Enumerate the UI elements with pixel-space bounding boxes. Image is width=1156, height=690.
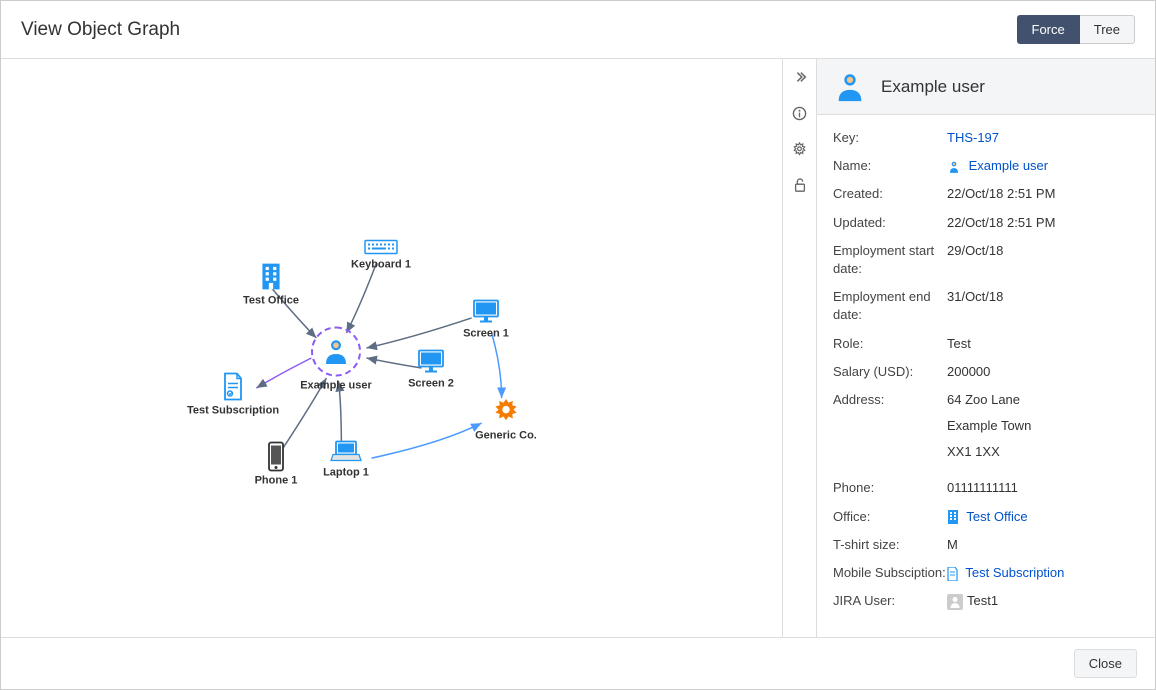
graph-node-screen1[interactable]: Screen 1 — [436, 299, 536, 340]
expand-panel-icon[interactable] — [792, 69, 808, 85]
field-value-name[interactable]: Example user — [969, 158, 1048, 173]
person-icon — [947, 160, 961, 174]
detail-body[interactable]: Key: THS-197 Name: Example user Created:… — [817, 115, 1155, 637]
field-value-phone: 01111111111 — [947, 479, 1139, 497]
field-value-address: 64 Zoo Lane Example Town XX1 1XX — [947, 391, 1139, 470]
graph-node-screen2[interactable]: Screen 2 — [381, 349, 481, 390]
avatar-icon — [947, 594, 963, 610]
side-toolbar — [782, 59, 817, 637]
field-label-tshirt: T-shirt size: — [833, 536, 947, 554]
graph-node-test-office[interactable]: Test Office — [221, 262, 321, 307]
node-label: Phone 1 — [255, 475, 298, 487]
node-label: Generic Co. — [475, 430, 537, 442]
field-label-salary: Salary (USD): — [833, 363, 947, 381]
graph-canvas[interactable]: Example user Test Office — [1, 59, 782, 637]
gear-icon — [491, 397, 521, 427]
graph-node-example-user[interactable]: Example user — [286, 327, 386, 392]
modal-body: Example user Test Office — [1, 59, 1155, 637]
field-label-phone: Phone: — [833, 479, 947, 497]
settings-icon[interactable] — [792, 141, 808, 157]
field-label-role: Role: — [833, 335, 947, 353]
detail-header: Example user — [817, 59, 1155, 115]
field-value-key[interactable]: THS-197 — [947, 130, 999, 145]
field-label-created: Created: — [833, 185, 947, 203]
monitor-icon — [417, 349, 445, 375]
field-value-office[interactable]: Test Office — [966, 509, 1027, 524]
person-icon — [833, 70, 867, 104]
laptop-icon — [330, 440, 362, 464]
graph-node-test-subscription[interactable]: Test Subscription — [183, 372, 283, 417]
building-icon — [947, 510, 959, 524]
node-label: Screen 1 — [463, 328, 509, 340]
field-value-salary: 200000 — [947, 363, 1139, 381]
details-panel: Example user Key: THS-197 Name: Example … — [817, 59, 1155, 637]
graph-node-generic-co[interactable]: Generic Co. — [456, 397, 556, 442]
field-value-mobile-sub[interactable]: Test Subscription — [965, 565, 1064, 580]
field-label-name: Name: — [833, 157, 947, 175]
document-icon — [221, 372, 245, 402]
field-label-emp-start: Employment start date: — [833, 242, 947, 278]
field-value-created: 22/Oct/18 2:51 PM — [947, 185, 1139, 203]
phone-icon — [267, 442, 285, 472]
node-label: Test Subscription — [187, 405, 279, 417]
modal-header: View Object Graph Force Tree — [1, 1, 1155, 59]
field-label-mobile-sub: Mobile Subsciption: — [833, 564, 947, 582]
node-label: Laptop 1 — [323, 467, 369, 479]
field-label-emp-end: Employment end date: — [833, 288, 947, 324]
detail-title: Example user — [881, 77, 985, 97]
force-layout-button[interactable]: Force — [1017, 15, 1080, 44]
close-button[interactable]: Close — [1074, 649, 1137, 678]
field-value-emp-start: 29/Oct/18 — [947, 242, 1139, 278]
field-label-updated: Updated: — [833, 214, 947, 232]
modal-footer: Close — [1, 637, 1155, 689]
field-label-office: Office: — [833, 508, 947, 526]
field-label-key: Key: — [833, 129, 947, 147]
monitor-icon — [472, 299, 500, 325]
field-value-updated: 22/Oct/18 2:51 PM — [947, 214, 1139, 232]
graph-node-keyboard[interactable]: Keyboard 1 — [331, 238, 431, 271]
building-icon — [258, 262, 284, 292]
view-object-graph-modal: View Object Graph Force Tree — [0, 0, 1156, 690]
tree-layout-button[interactable]: Tree — [1080, 15, 1135, 44]
node-label: Test Office — [243, 295, 299, 307]
field-value-tshirt: M — [947, 536, 1139, 554]
modal-title: View Object Graph — [21, 19, 180, 41]
node-label: Screen 2 — [408, 378, 454, 390]
unlock-icon[interactable] — [792, 177, 808, 193]
person-icon — [321, 337, 351, 367]
field-value-jira: Test1 — [967, 593, 998, 608]
document-icon — [947, 567, 958, 581]
field-label-jira: JIRA User: — [833, 592, 947, 610]
keyboard-icon — [364, 238, 398, 256]
node-label: Example user — [300, 380, 372, 392]
field-label-address: Address: — [833, 391, 947, 470]
graph-node-phone[interactable]: Phone 1 — [226, 442, 326, 487]
field-value-emp-end: 31/Oct/18 — [947, 288, 1139, 324]
field-value-role: Test — [947, 335, 1139, 353]
layout-toggle: Force Tree — [1017, 15, 1135, 44]
node-label: Keyboard 1 — [351, 259, 411, 271]
info-icon[interactable] — [792, 105, 808, 121]
